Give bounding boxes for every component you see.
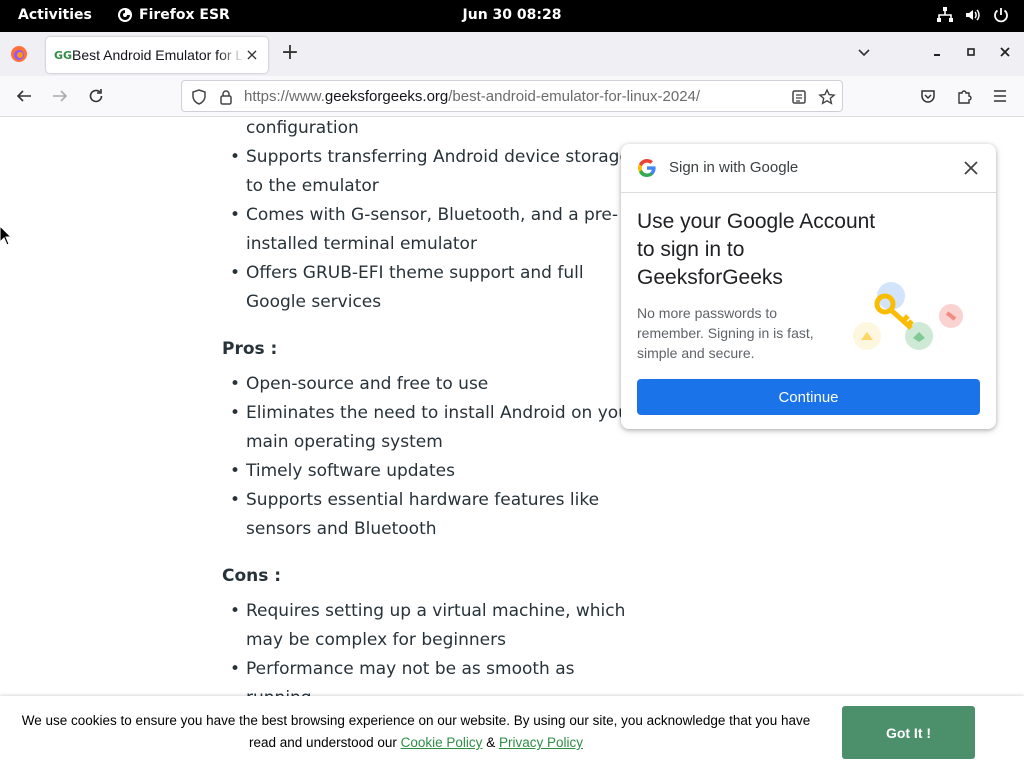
popup-header-title: Sign in with Google <box>669 159 799 176</box>
lock-icon[interactable] <box>217 88 235 106</box>
cookie-policy-link[interactable]: Cookie Policy <box>401 735 483 750</box>
shield-icon[interactable] <box>190 88 208 106</box>
privacy-policy-link[interactable]: Privacy Policy <box>499 735 583 750</box>
maximize-icon[interactable] <box>962 45 980 63</box>
tab-strip: GG Best Android Emulator for Linux 2024 … <box>0 32 1024 76</box>
pros-list: Open-source and free to use Eliminates t… <box>222 370 642 544</box>
minimize-icon[interactable] <box>928 45 946 63</box>
cookie-text: We use cookies to ensure you have the be… <box>21 713 811 750</box>
reload-icon[interactable] <box>84 84 108 108</box>
plus-icon[interactable]: + <box>280 42 300 64</box>
close-icon[interactable] <box>960 157 982 179</box>
list-item: Supports essential hardware features lik… <box>222 486 642 544</box>
window-close-icon[interactable] <box>996 45 1014 63</box>
forward-icon[interactable] <box>48 84 72 108</box>
power-icon[interactable] <box>992 6 1010 24</box>
cookie-banner: We use cookies to ensure you have the be… <box>0 696 1024 768</box>
article-content: configuration Supports transferring Andr… <box>222 117 642 713</box>
url-text[interactable]: https://www.geeksforgeeks.org/best-andro… <box>244 88 700 105</box>
list-item: configuration <box>246 118 359 138</box>
firefox-icon[interactable] <box>10 45 28 63</box>
close-icon[interactable]: × <box>244 47 260 63</box>
list-item: Open-source and free to use <box>222 370 642 399</box>
google-logo-icon <box>638 159 656 177</box>
continue-button[interactable]: Continue <box>637 379 980 415</box>
cons-heading: Cons : <box>222 566 282 586</box>
features-list: configuration Supports transferring Andr… <box>222 114 642 317</box>
clock[interactable]: Jun 30 08:28 <box>0 7 1024 23</box>
got-it-button[interactable]: Got It ! <box>842 706 975 759</box>
navigation-toolbar: https://www.geeksforgeeks.org/best-andro… <box>0 76 1024 117</box>
reader-icon[interactable] <box>790 88 808 106</box>
volume-icon[interactable] <box>964 6 982 24</box>
address-bar[interactable]: https://www.geeksforgeeks.org/best-andro… <box>181 80 843 112</box>
list-item: Comes with G-sensor, Bluetooth, and a pr… <box>222 201 642 259</box>
list-item: Offers GRUB-EFI theme support and full G… <box>222 259 642 317</box>
star-icon[interactable] <box>818 88 836 106</box>
menu-icon[interactable] <box>988 84 1012 108</box>
pros-heading: Pros : <box>222 339 278 359</box>
list-item: Requires setting up a virtual machine, w… <box>222 597 642 655</box>
tab-active[interactable]: GG Best Android Emulator for Linux 2024 … <box>46 37 268 73</box>
network-icon[interactable] <box>936 6 954 24</box>
system-top-bar: Activities Firefox ESR Jun 30 08:28 <box>0 0 1024 32</box>
tab-title: Best Android Emulator for Linux 2024 <box>72 47 244 63</box>
list-item: Eliminates the need to install Android o… <box>222 399 642 457</box>
extensions-icon[interactable] <box>952 84 976 108</box>
google-signin-popup: Sign in with Google Use your Google Acco… <box>621 144 996 429</box>
popup-description: No more passwords to remember. Signing i… <box>637 305 814 361</box>
gfg-favicon: GG <box>54 48 73 62</box>
list-item: Supports transferring Android device sto… <box>222 143 642 201</box>
list-item: Timely software updates <box>222 457 642 486</box>
mouse-cursor-icon <box>0 226 12 246</box>
pocket-icon[interactable] <box>916 84 940 108</box>
key-illustration-icon <box>853 282 963 350</box>
chevron-down-icon[interactable] <box>855 45 873 63</box>
system-tray[interactable] <box>936 6 1010 24</box>
back-icon[interactable] <box>12 84 36 108</box>
popup-header: Sign in with Google <box>621 144 996 193</box>
